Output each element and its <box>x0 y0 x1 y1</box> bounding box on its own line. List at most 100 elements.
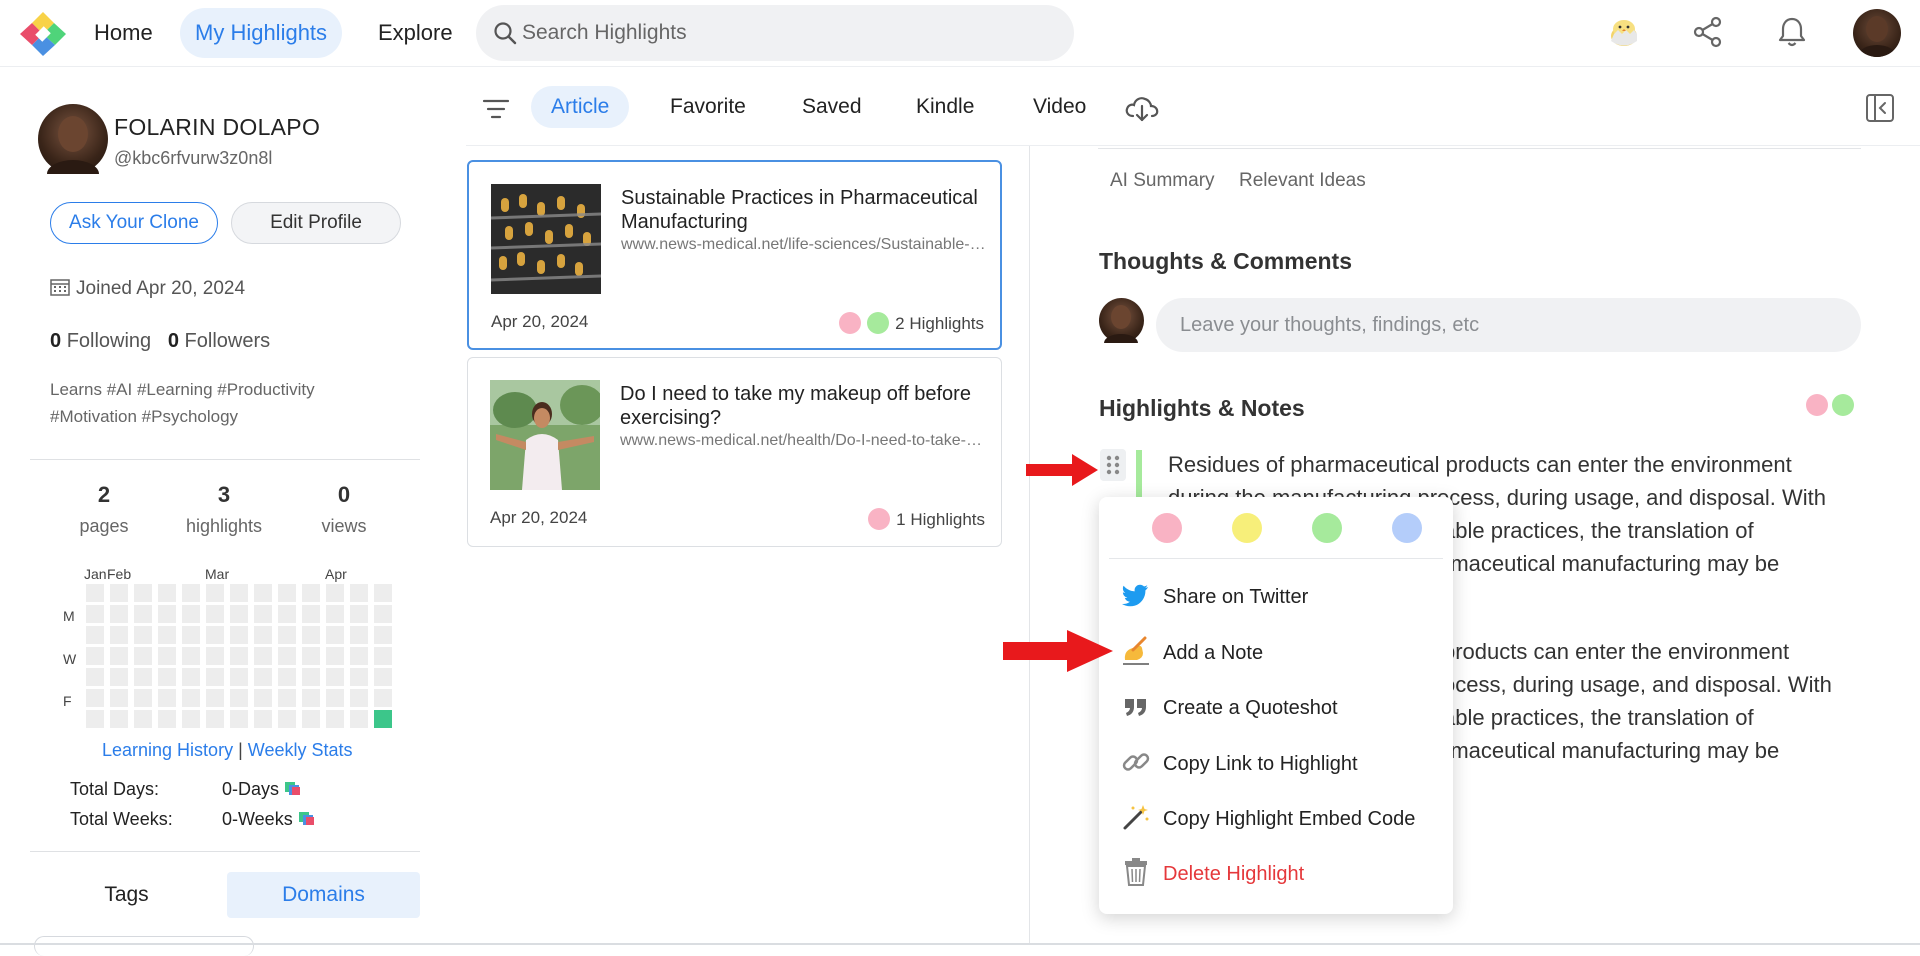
comment-input[interactable] <box>1156 298 1861 352</box>
followers-count: 0 <box>167 330 179 352</box>
nav-explore[interactable]: Explore <box>363 8 468 58</box>
highlight-text-line: rmaceutical manufacturing may be <box>1443 551 1780 576</box>
heatmap-cell <box>230 626 248 644</box>
tab-domains[interactable]: Domains <box>227 872 420 918</box>
heatmap-cell <box>158 668 176 686</box>
share-icon[interactable] <box>1690 14 1726 50</box>
stat-number: 3 <box>217 482 231 507</box>
copy-embed-code-menu-item[interactable]: Copy Highlight Embed Code <box>1121 799 1415 839</box>
article-card[interactable]: Do I need to take my makeup off before e… <box>467 357 1002 547</box>
pink-color-option[interactable] <box>1152 513 1182 543</box>
heatmap-cell <box>158 626 176 644</box>
red-arrow-icon <box>1003 630 1113 672</box>
learns-tags: Learns #AI #Learning #Productivity #Moti… <box>50 380 315 426</box>
tab-video[interactable]: Video <box>1013 86 1106 128</box>
drag-handle-icon[interactable] <box>1100 449 1126 481</box>
trash-icon <box>1125 858 1147 886</box>
heatmap-cell <box>326 710 344 728</box>
tab-saved[interactable]: Saved <box>782 86 882 128</box>
heatmap-cell <box>86 689 104 707</box>
blue-color-option[interactable] <box>1392 513 1422 543</box>
highlights-title: Highlights & Notes <box>1099 395 1305 421</box>
delete-highlight-menu-item[interactable]: Delete Highlight <box>1121 854 1304 894</box>
highlight-count-text: 2 Highlights <box>895 314 984 333</box>
link-icon <box>1122 753 1150 771</box>
thoughts-title: Thoughts & Comments <box>1099 248 1352 274</box>
heatmap-cell <box>86 626 104 644</box>
heatmap-cell <box>326 689 344 707</box>
heatmap-cell <box>374 689 392 707</box>
heatmap-cell <box>230 710 248 728</box>
heatmap-cell <box>254 626 272 644</box>
heatmap-cell <box>86 605 104 623</box>
tab-tags[interactable]: Tags <box>30 872 223 918</box>
heatmap-cell <box>182 626 200 644</box>
following-link[interactable]: Following <box>67 330 151 352</box>
heatmap-cell <box>350 689 368 707</box>
edit-profile-button[interactable]: Edit Profile <box>231 202 401 244</box>
highlight-count: 1 Highlights <box>868 508 985 530</box>
heatmap-cell <box>230 584 248 602</box>
nav-home[interactable]: Home <box>79 8 168 58</box>
user-avatar[interactable] <box>1853 9 1901 57</box>
highlight-text-line: Residues of pharmaceutical products can … <box>1168 452 1792 477</box>
heatmap-cell <box>206 647 224 665</box>
app-logo-icon[interactable] <box>18 10 68 58</box>
filter-icon[interactable] <box>481 96 511 122</box>
domain-chip[interactable] <box>34 936 254 956</box>
highlight-count: 2 Highlights <box>839 312 984 334</box>
learning-history-link[interactable]: Learning History <box>102 740 233 760</box>
heatmap-cell <box>158 647 176 665</box>
heatmap-cell <box>182 605 200 623</box>
green-filter-dot[interactable] <box>1832 394 1854 416</box>
heatmap-cell <box>182 647 200 665</box>
tab-article[interactable]: Article <box>531 86 630 128</box>
menu-item-label: Copy Highlight Embed Code <box>1163 808 1416 830</box>
pink-filter-dot[interactable] <box>1806 394 1828 416</box>
heatmap-cell <box>326 584 344 602</box>
highlight-color-bar <box>1136 450 1142 498</box>
heatmap-cell <box>374 584 392 602</box>
heatmap-cell <box>350 584 368 602</box>
heatmap-cell <box>278 584 296 602</box>
heatmap-cell <box>86 584 104 602</box>
following-count: 0 <box>50 330 62 352</box>
tab-ai-summary[interactable]: AI Summary <box>1110 170 1215 192</box>
add-note-menu-item[interactable]: Add a Note <box>1121 633 1263 673</box>
share-twitter-menu-item[interactable]: Share on Twitter <box>1121 577 1308 617</box>
yellow-color-option[interactable] <box>1232 513 1262 543</box>
heatmap-cell <box>374 647 392 665</box>
highlight-color-filter <box>1806 394 1854 416</box>
stat-number: 2 <box>97 482 111 507</box>
weekly-stats-link[interactable]: Weekly Stats <box>248 740 353 760</box>
copy-link-menu-item[interactable]: Copy Link to Highlight <box>1121 744 1358 784</box>
ask-clone-button[interactable]: Ask Your Clone <box>50 202 218 244</box>
article-thumbnail[interactable] <box>491 184 601 294</box>
search-input[interactable] <box>522 5 1052 61</box>
cloud-download-icon[interactable] <box>1124 92 1160 124</box>
nav-my-highlights[interactable]: My Highlights <box>180 8 343 58</box>
bell-icon[interactable] <box>1774 14 1810 50</box>
tab-relevant-ideas[interactable]: Relevant Ideas <box>1239 170 1366 192</box>
stat-label: highlights <box>185 516 263 536</box>
avatar-face-icon <box>1859 16 1895 57</box>
article-thumbnail[interactable] <box>490 380 600 490</box>
article-title[interactable]: Do I need to take my makeup off before e… <box>620 382 990 430</box>
twitter-icon <box>1121 584 1148 607</box>
green-color-option[interactable] <box>1312 513 1342 543</box>
stat-pages: 2 pages <box>44 482 164 537</box>
create-quoteshot-menu-item[interactable]: Create a Quoteshot <box>1121 688 1338 728</box>
article-card[interactable]: Sustainable Practices in Pharmaceutical … <box>467 160 1002 350</box>
heatmap-cell <box>206 710 224 728</box>
panel-collapse-icon[interactable] <box>1864 92 1896 124</box>
tab-favorite[interactable]: Favorite <box>650 86 766 128</box>
search-bar <box>476 5 1074 61</box>
article-title[interactable]: Sustainable Practices in Pharmaceutical … <box>621 186 991 234</box>
tab-kindle[interactable]: Kindle <box>896 86 994 128</box>
stat-label: pages <box>79 516 129 536</box>
heatmap-cell <box>182 668 200 686</box>
heatmap-cell <box>110 647 128 665</box>
total-days-label: Total Days: <box>70 779 160 799</box>
chick-icon[interactable] <box>1606 14 1642 50</box>
followers-link[interactable]: Followers <box>185 330 271 352</box>
